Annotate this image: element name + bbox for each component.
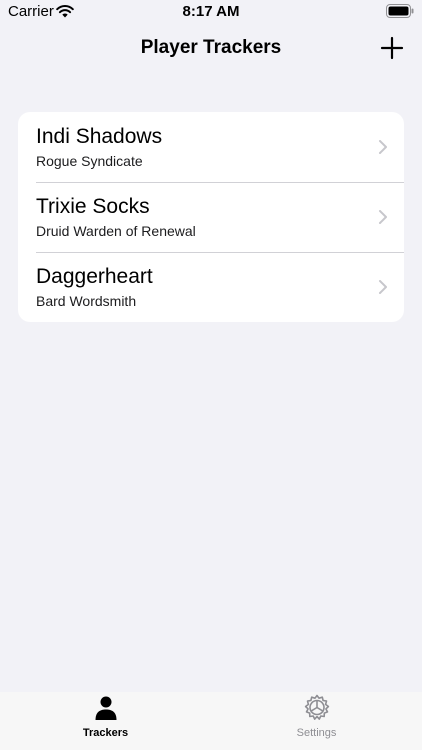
tracker-subtitle: Rogue Syndicate <box>36 153 143 169</box>
tracker-subtitle: Druid Warden of Renewal <box>36 223 196 239</box>
tracker-list: Indi Shadows Rogue Syndicate Trixie Sock… <box>18 112 404 322</box>
chevron-right-icon <box>379 210 387 224</box>
list-item[interactable]: Daggerheart Bard Wordsmith <box>18 252 404 322</box>
tab-label: Settings <box>296 727 337 739</box>
tab-bar: Trackers Settings <box>0 692 422 750</box>
tracker-subtitle: Bard Wordsmith <box>36 293 137 309</box>
plus-icon <box>380 36 404 60</box>
gear-icon <box>304 694 330 720</box>
tab-trackers[interactable]: Trackers <box>0 692 211 750</box>
battery-icon <box>386 4 414 18</box>
person-icon <box>95 696 117 720</box>
chevron-right-icon <box>379 280 387 294</box>
tab-settings[interactable]: Settings <box>211 692 422 750</box>
navigation-bar: Player Trackers <box>0 24 422 72</box>
status-bar: Carrier 8:17 AM <box>0 0 422 24</box>
tracker-name: Indi Shadows <box>36 125 163 148</box>
list-item[interactable]: Trixie Socks Druid Warden of Renewal <box>18 182 404 252</box>
tracker-name: Trixie Socks <box>36 195 150 218</box>
page-title: Player Trackers <box>140 37 282 58</box>
add-tracker-button[interactable] <box>378 34 406 62</box>
tab-label: Trackers <box>82 727 129 739</box>
chevron-right-icon <box>379 140 387 154</box>
app-screen: Carrier 8:17 AM Player Trackers Indi Sha… <box>0 0 422 750</box>
tracker-name: Daggerheart <box>36 265 153 288</box>
list-item[interactable]: Indi Shadows Rogue Syndicate <box>18 112 404 182</box>
clock: 8:17 AM <box>182 3 240 20</box>
